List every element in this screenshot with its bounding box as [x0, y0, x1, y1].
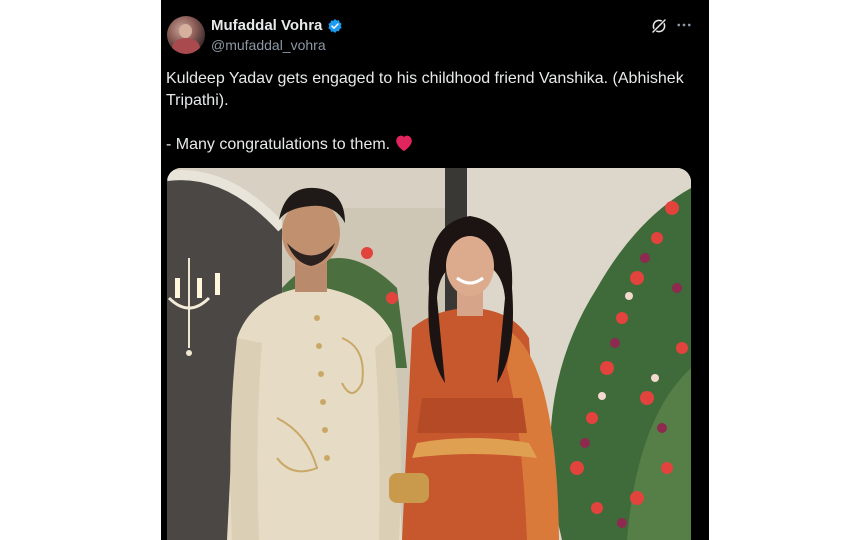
author-handle[interactable]: @mufaddal_vohra	[211, 37, 326, 53]
tweet-text: Kuldeep Yadav gets engaged to his childh…	[166, 68, 701, 159]
author-name[interactable]: Mufaddal Vohra	[211, 17, 322, 34]
red-heart-icon	[394, 134, 414, 159]
tweet-photo[interactable]	[167, 168, 691, 540]
author-name-row: Mufaddal Vohra	[211, 17, 343, 34]
grok-icon[interactable]	[650, 17, 668, 35]
tweet-text-spacer	[166, 112, 701, 134]
avatar-body	[172, 38, 200, 54]
tweet-card: Mufaddal Vohra @mufaddal_vohra Kuldeep Y…	[161, 0, 709, 540]
tweet-text-line-1: Kuldeep Yadav gets engaged to his childh…	[166, 70, 684, 109]
author-avatar[interactable]	[167, 16, 205, 54]
tweet-text-line-2-row: - Many congratulations to them.	[166, 134, 701, 159]
more-options-icon[interactable]	[675, 16, 693, 34]
verified-badge-icon	[327, 18, 343, 34]
tweet-text-line-2: - Many congratulations to them.	[166, 136, 391, 153]
avatar-face	[179, 24, 192, 38]
